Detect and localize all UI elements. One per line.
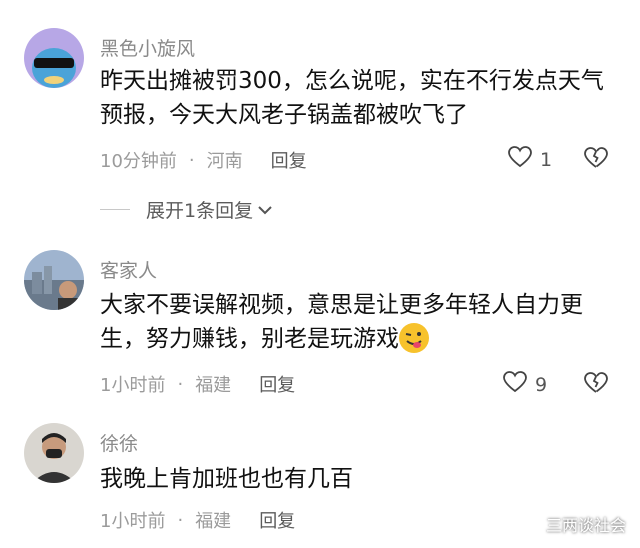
username[interactable]: 客家人	[100, 256, 157, 283]
expand-label: 展开1条回复	[146, 200, 254, 222]
heart-icon	[508, 146, 532, 173]
heart-icon	[503, 371, 527, 398]
timestamp: 10分钟前	[100, 151, 177, 172]
like-button[interactable]: 1	[508, 146, 552, 173]
watermark-logo-icon	[526, 514, 542, 534]
expand-replies-button[interactable]: 展开1条回复	[100, 196, 273, 223]
timestamp: 1小时前	[100, 511, 166, 532]
comment-text-content: 大家不要误解视频，意思是让更多年轻人自力更生，努力赚钱，别老是玩游戏	[100, 292, 583, 352]
comment-meta: 1小时前 · 福建 回复	[100, 507, 295, 533]
username[interactable]: 徐徐	[100, 429, 138, 456]
watermark-text: 三两谈社会	[545, 516, 626, 535]
like-count: 1	[540, 148, 553, 171]
comment-meta: 1小时前 · 福建 回复	[100, 371, 295, 397]
location: 福建	[195, 511, 232, 532]
location: 河南	[206, 151, 243, 172]
watermark: 三两谈社会	[526, 512, 626, 536]
divider-line	[100, 209, 130, 210]
like-button[interactable]: 9	[503, 371, 547, 398]
separator: ·	[188, 149, 195, 171]
reply-button[interactable]: 回复	[259, 507, 295, 533]
comment-text: 大家不要误解视频，意思是让更多年轻人自力更生，努力赚钱，别老是玩游戏	[100, 288, 620, 356]
chevron-down-icon	[257, 199, 273, 221]
dislike-button[interactable]	[584, 147, 608, 173]
separator: ·	[177, 373, 184, 395]
username[interactable]: 黑色小旋风	[100, 34, 195, 61]
comment-text: 我晚上肯加班也也有几百	[100, 466, 353, 492]
like-count: 9	[535, 373, 548, 396]
separator: ·	[177, 509, 184, 531]
winking-tongue-emoji-icon	[399, 322, 429, 353]
broken-heart-icon	[584, 372, 608, 398]
avatar[interactable]	[24, 28, 84, 88]
avatar[interactable]	[24, 250, 84, 310]
avatar[interactable]	[24, 423, 84, 483]
dislike-button[interactable]	[584, 372, 608, 398]
comment-meta: 10分钟前 · 河南 回复	[100, 147, 307, 173]
broken-heart-icon	[584, 147, 608, 173]
reply-button[interactable]: 回复	[259, 371, 295, 397]
comment-text: 昨天出摊被罚300，怎么说呢，实在不行发点天气预报，今天大风老子锅盖都被吹飞了	[100, 68, 604, 128]
location: 福建	[195, 375, 232, 396]
timestamp: 1小时前	[100, 375, 166, 396]
reply-button[interactable]: 回复	[271, 147, 307, 173]
